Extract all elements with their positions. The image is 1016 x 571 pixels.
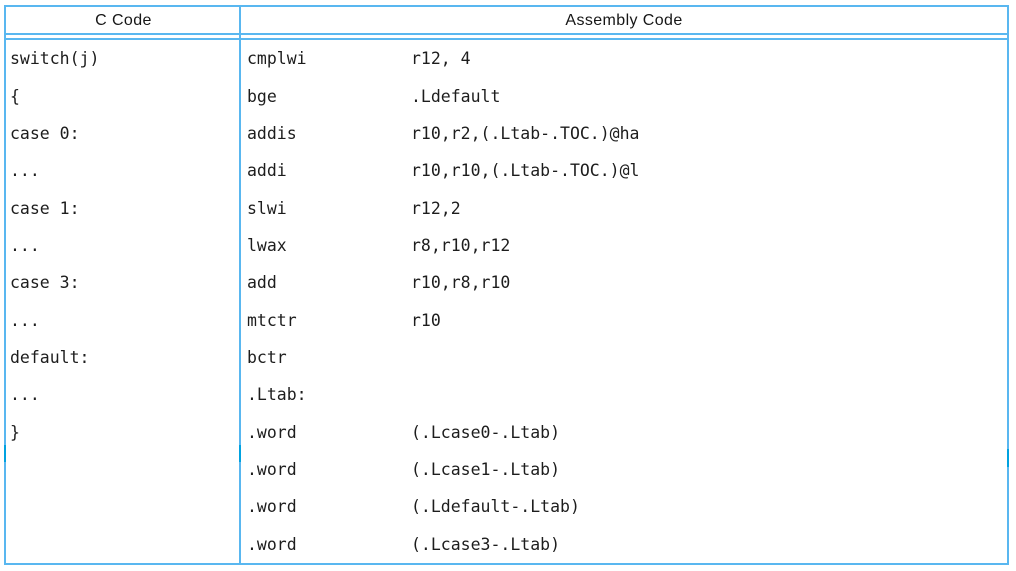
table-row: .word (.Lcase1-.Ltab): [6, 451, 1007, 488]
table-row: ... mtctr r10: [6, 302, 1007, 339]
asm-mnemonic-cell: bctr: [241, 348, 411, 367]
asm-mnemonic-cell: slwi: [241, 199, 411, 218]
c-code-cell: switch(j): [6, 49, 241, 68]
asm-operands-cell: (.Lcase3-.Ltab): [411, 535, 1007, 554]
asm-mnemonic-cell: bge: [241, 87, 411, 106]
table-row: switch(j) cmplwi r12, 4: [6, 40, 1007, 77]
c-code-cell: ...: [6, 311, 241, 330]
asm-mnemonic-cell: mtctr: [241, 311, 411, 330]
c-code-cell: default:: [6, 348, 241, 367]
header-assembly-code: Assembly Code: [241, 7, 1007, 33]
asm-operands-cell: r12, 4: [411, 49, 1007, 68]
c-code-cell: case 3:: [6, 273, 241, 292]
c-code-cell: case 1:: [6, 199, 241, 218]
asm-operands-cell: r8,r10,r12: [411, 236, 1007, 255]
table-row: ... lwax r8,r10,r12: [6, 227, 1007, 264]
asm-operands-cell: (.Ldefault-.Ltab): [411, 497, 1007, 516]
asm-mnemonic-cell: .Ltab:: [241, 385, 411, 404]
asm-mnemonic-cell: cmplwi: [241, 49, 411, 68]
stitch-notch-middle: [239, 445, 241, 462]
asm-operands-cell: (.Lcase1-.Ltab): [411, 460, 1007, 479]
table-row: case 1: slwi r12,2: [6, 189, 1007, 226]
asm-operands-cell: r10,r2,(.Ltab-.TOC.)@ha: [411, 124, 1007, 143]
asm-mnemonic-cell: .word: [241, 460, 411, 479]
table-row: ... .Ltab:: [6, 376, 1007, 413]
stitch-notch-right: [1007, 449, 1009, 467]
stitch-notch-left: [4, 445, 6, 462]
table-row: .word (.Ldefault-.Ltab): [6, 488, 1007, 525]
c-code-cell: ...: [6, 236, 241, 255]
table-row: } .word (.Lcase0-.Ltab): [6, 414, 1007, 451]
table-header-row: C Code Assembly Code: [6, 7, 1007, 33]
c-code-cell: case 0:: [6, 124, 241, 143]
table-row: ... addi r10,r10,(.Ltab-.TOC.)@l: [6, 152, 1007, 189]
asm-operands-cell: r10,r8,r10: [411, 273, 1007, 292]
table-body: switch(j) cmplwi r12, 4 { bge .Ldefault …: [6, 40, 1007, 563]
asm-mnemonic-cell: addis: [241, 124, 411, 143]
column-divider: [239, 7, 241, 563]
asm-mnemonic-cell: .word: [241, 497, 411, 516]
code-comparison-table: C Code Assembly Code switch(j) cmplwi r1…: [4, 5, 1009, 565]
table-row: case 3: add r10,r8,r10: [6, 264, 1007, 301]
asm-mnemonic-cell: .word: [241, 423, 411, 442]
c-code-cell: }: [6, 423, 241, 442]
c-code-cell: {: [6, 87, 241, 106]
asm-operands-cell: r10,r10,(.Ltab-.TOC.)@l: [411, 161, 1007, 180]
asm-mnemonic-cell: addi: [241, 161, 411, 180]
table-row: case 0: addis r10,r2,(.Ltab-.TOC.)@ha: [6, 115, 1007, 152]
asm-operands-cell: r10: [411, 311, 1007, 330]
table-row: default: bctr: [6, 339, 1007, 376]
asm-operands-cell: r12,2: [411, 199, 1007, 218]
asm-mnemonic-cell: lwax: [241, 236, 411, 255]
table-row: .word (.Lcase3-.Ltab): [6, 526, 1007, 563]
page-canvas: C Code Assembly Code switch(j) cmplwi r1…: [0, 0, 1016, 571]
header-c-code: C Code: [6, 7, 241, 33]
table-row: { bge .Ldefault: [6, 77, 1007, 114]
asm-operands-cell: (.Lcase0-.Ltab): [411, 423, 1007, 442]
c-code-cell: ...: [6, 385, 241, 404]
asm-operands-cell: .Ldefault: [411, 87, 1007, 106]
c-code-cell: ...: [6, 161, 241, 180]
asm-mnemonic-cell: .word: [241, 535, 411, 554]
asm-mnemonic-cell: add: [241, 273, 411, 292]
